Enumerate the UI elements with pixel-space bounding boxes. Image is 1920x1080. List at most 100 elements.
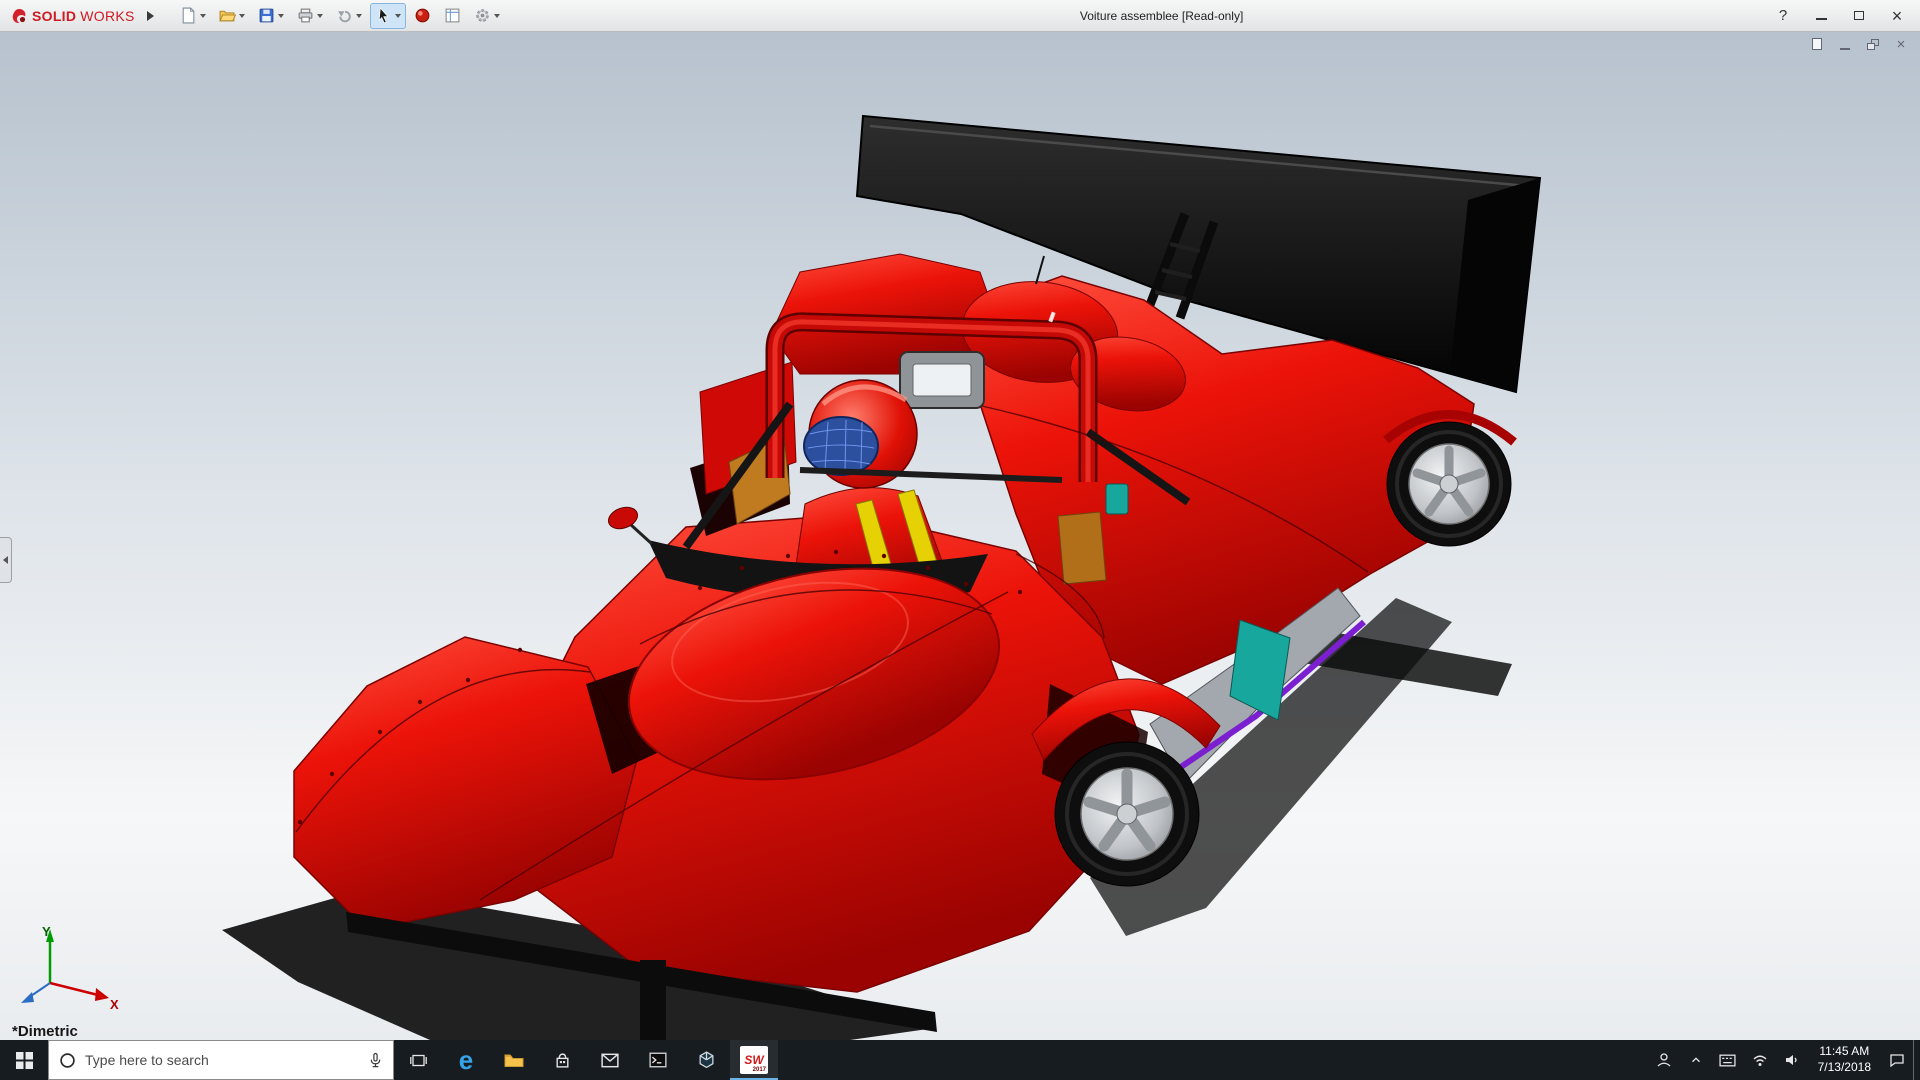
select-cursor-icon — [375, 7, 392, 24]
save-floppy-icon — [258, 7, 275, 24]
ds-logo-icon — [10, 7, 28, 25]
dropdown-caret-icon — [200, 14, 206, 18]
action-center-icon — [1889, 1052, 1905, 1068]
featuremanager-collapsed-tab[interactable] — [0, 537, 12, 583]
reference-triad[interactable]: Y X — [12, 921, 122, 1016]
mail-button[interactable] — [586, 1040, 634, 1080]
task-view-button[interactable] — [394, 1040, 442, 1080]
maximize-icon — [1854, 11, 1864, 20]
model-3d-view[interactable] — [0, 32, 1920, 1040]
brand-text-works: WORKS — [80, 8, 134, 24]
graphics-area[interactable]: × Y X *Dimetric — [0, 32, 1920, 1040]
wifi-icon — [1752, 1053, 1768, 1067]
print-button[interactable] — [292, 3, 328, 29]
maximize-button[interactable] — [1840, 0, 1878, 31]
show-desktop-button[interactable] — [1913, 1040, 1920, 1080]
chevron-left-icon — [3, 556, 8, 564]
chevron-up-icon — [1689, 1053, 1703, 1067]
view-orientation-label: *Dimetric — [12, 1023, 78, 1040]
search-input[interactable] — [85, 1052, 359, 1068]
edrawings-button[interactable] — [682, 1040, 730, 1080]
gear-icon — [474, 7, 491, 24]
store-bag-icon — [554, 1052, 571, 1069]
car-rearview-screen — [913, 364, 971, 396]
dropdown-caret-icon — [494, 14, 500, 18]
keyboard-icon — [1719, 1054, 1736, 1067]
solidworks-taskbar-button[interactable]: SW 2017 — [730, 1040, 778, 1080]
taskbar-clock[interactable]: 11:45 AM 7/13/2018 — [1808, 1040, 1881, 1080]
new-document-icon — [180, 7, 197, 24]
document-icon — [1812, 38, 1822, 50]
driver-visor[interactable] — [804, 417, 878, 475]
undo-button[interactable] — [331, 3, 367, 29]
close-button[interactable]: × — [1878, 0, 1916, 31]
doc-close-button[interactable]: × — [1892, 36, 1910, 52]
file-explorer-button[interactable] — [490, 1040, 538, 1080]
appearances-button[interactable] — [409, 3, 436, 29]
clock-time: 11:45 AM — [1819, 1044, 1869, 1060]
store-button[interactable] — [538, 1040, 586, 1080]
new-document-button[interactable] — [175, 3, 211, 29]
close-icon: × — [1892, 7, 1903, 25]
undo-arrow-icon — [336, 7, 353, 24]
dropdown-caret-icon — [317, 14, 323, 18]
start-button[interactable] — [0, 1040, 48, 1080]
speaker-icon — [1784, 1052, 1800, 1068]
appearance-sphere-icon — [414, 7, 431, 24]
microphone-icon[interactable] — [368, 1052, 383, 1069]
print-icon — [297, 7, 314, 24]
dropdown-caret-icon — [239, 14, 245, 18]
hidden-icons-button[interactable] — [1680, 1040, 1712, 1080]
select-button[interactable] — [370, 3, 406, 29]
doc-minimize-button[interactable] — [1836, 36, 1854, 52]
car-antenna — [1036, 256, 1044, 284]
car-teal-vent — [1106, 484, 1128, 514]
car-nose-pillar — [640, 960, 666, 1040]
volume-button[interactable] — [1776, 1040, 1808, 1080]
mail-icon — [601, 1053, 619, 1068]
people-button[interactable] — [1648, 1040, 1680, 1080]
mirror-stalk — [630, 524, 652, 544]
document-window-controls: × — [1808, 36, 1910, 52]
windows-taskbar: e SW — [0, 1040, 1920, 1080]
options-button[interactable] — [469, 3, 505, 29]
dropdown-caret-icon — [395, 14, 401, 18]
restore-icon — [1867, 39, 1879, 50]
doc-window-menu-button[interactable] — [1808, 36, 1826, 52]
document-title: Voiture assemblee [Read-only] — [1080, 9, 1243, 23]
brand-text-solid: SOLID — [32, 8, 76, 24]
action-center-button[interactable] — [1881, 1040, 1913, 1080]
touch-keyboard-button[interactable] — [1712, 1040, 1744, 1080]
flyout-triangle-icon — [147, 11, 154, 21]
save-button[interactable] — [253, 3, 289, 29]
command-prompt-button[interactable] — [634, 1040, 682, 1080]
quick-access-toolbar — [175, 3, 505, 29]
dropdown-caret-icon — [278, 14, 284, 18]
clock-date: 7/13/2018 — [1818, 1060, 1871, 1076]
window-controls: ? × — [1764, 0, 1916, 31]
cortana-circle-icon — [59, 1052, 76, 1069]
edge-icon: e — [459, 1047, 473, 1073]
doc-restore-button[interactable] — [1864, 36, 1882, 52]
console-window-icon — [649, 1052, 667, 1068]
menu-expand-arrow[interactable] — [141, 3, 161, 29]
open-button[interactable] — [214, 3, 250, 29]
car-front-wheel[interactable] — [1055, 742, 1199, 886]
minimize-icon — [1816, 18, 1827, 20]
design-binder-button[interactable] — [439, 3, 466, 29]
task-view-icon — [410, 1052, 427, 1069]
system-tray: 11:45 AM 7/13/2018 — [1648, 1040, 1920, 1080]
design-binder-icon — [444, 7, 461, 24]
minimize-button[interactable] — [1802, 0, 1840, 31]
network-button[interactable] — [1744, 1040, 1776, 1080]
people-icon — [1656, 1052, 1672, 1068]
help-button[interactable]: ? — [1764, 0, 1802, 31]
close-icon: × — [1897, 37, 1906, 52]
edge-button[interactable]: e — [442, 1040, 490, 1080]
solidworks-app-icon: SW 2017 — [740, 1046, 768, 1074]
folder-icon — [504, 1052, 524, 1069]
taskbar-search-box[interactable] — [48, 1040, 394, 1080]
solidworks-logo: SOLIDWORKS — [4, 7, 141, 25]
car-right-window-panel — [1058, 512, 1106, 584]
triad-x-label: X — [110, 997, 119, 1012]
